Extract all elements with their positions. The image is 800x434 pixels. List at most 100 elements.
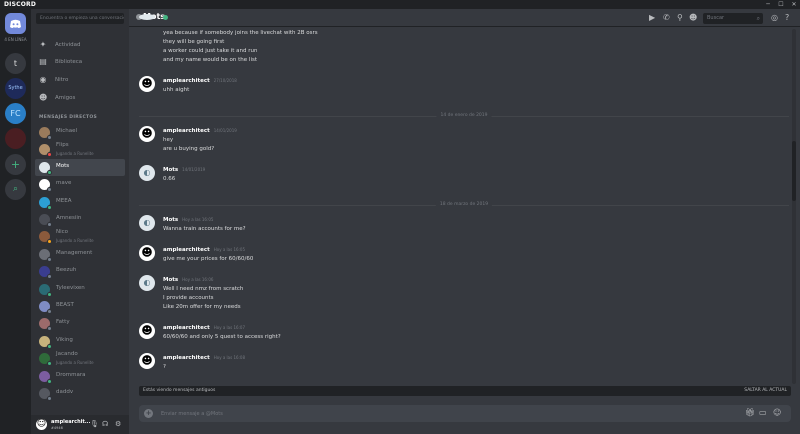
minimize-button[interactable]: ─ <box>762 0 774 9</box>
help-icon[interactable]: ? <box>785 13 789 23</box>
user-panel: ☺ amplearchit... #4946 🎙︎ ☊ ⚙ <box>31 415 129 434</box>
nav-library-label: Biblioteca <box>55 59 83 65</box>
server-icon-t[interactable]: t <box>5 53 26 74</box>
dm-status-dot <box>47 274 52 280</box>
server-icon-sythe[interactable]: Sythe <box>5 78 26 99</box>
message-author[interactable]: amplearchitect 27/10/2018 <box>163 78 237 84</box>
gift-icon[interactable]: 🎁︎ <box>745 408 755 417</box>
message-avatar[interactable]: ☻ <box>139 76 155 92</box>
message-text: uhh aight <box>163 87 190 93</box>
gif-icon[interactable]: ▭ <box>759 408 767 417</box>
author-name[interactable]: amplearchitect <box>163 355 210 361</box>
server-icon-dark[interactable] <box>5 128 26 149</box>
message-text: 60/60/60 and only 5 quest to access righ… <box>163 334 281 340</box>
emoji-icon[interactable]: ☺ <box>773 408 781 417</box>
dm-item[interactable]: Michael <box>35 124 125 141</box>
author-name[interactable]: Mots <box>163 217 178 223</box>
nav-nitro-label: Nitro <box>55 77 69 83</box>
message-author[interactable]: amplearchitect Hoy a las 16:08 <box>163 355 245 361</box>
author-name[interactable]: Mots <box>163 167 178 173</box>
dm-name: Fatty <box>56 319 70 326</box>
dm-item[interactable]: daddv <box>35 385 125 402</box>
add-server-button[interactable]: + <box>5 154 26 175</box>
message-avatar[interactable]: ☻ <box>139 126 155 142</box>
nav-nitro[interactable]: ◉ Nitro <box>35 73 125 87</box>
dm-status-dot <box>47 169 52 175</box>
dm-item[interactable]: Viking <box>35 333 125 350</box>
dm-item[interactable]: Beezuh <box>35 263 125 280</box>
author-name[interactable]: amplearchitect <box>163 325 210 331</box>
controller-icon: ✦ <box>39 40 47 49</box>
attach-file-button[interactable]: + <box>144 409 153 418</box>
chat-area: Mots ▶ ✆ ⚲ ☻ Buscar ⌕ ◎ ? yea because if… <box>129 9 800 434</box>
author-name[interactable]: amplearchitect <box>163 247 210 253</box>
dm-name: Viking <box>56 336 73 343</box>
user-avatar[interactable]: ☺ <box>36 419 47 430</box>
message-avatar[interactable]: ☻ <box>139 323 155 339</box>
message-author[interactable]: Mots 14/01/2019 <box>163 167 205 173</box>
scrollbar-thumb[interactable] <box>792 141 796 201</box>
message-text: Wanna train accounts for me? <box>163 226 246 232</box>
dm-item[interactable]: Tyleevixen <box>35 281 125 298</box>
dm-item[interactable]: Mots <box>35 158 125 176</box>
message-timestamp: Hoy a las 16:07 <box>213 325 245 330</box>
dm-activity: Jugando a Runelite <box>56 238 94 244</box>
home-button[interactable] <box>5 13 26 34</box>
dm-item[interactable]: MEEA <box>35 194 125 211</box>
message-input[interactable] <box>161 408 721 419</box>
explore-servers-button[interactable]: ⌕ <box>5 179 26 200</box>
message-author[interactable]: amplearchitect Hoy a las 16:07 <box>163 325 245 331</box>
message-avatar[interactable]: ☻ <box>139 353 155 369</box>
nav-friends[interactable]: ☻ Amigos <box>35 91 125 105</box>
dm-status-dot <box>47 378 52 384</box>
dm-item[interactable]: Flips Jugando a Runelite <box>35 141 125 158</box>
message-text: they will be going first <box>163 39 225 45</box>
jump-to-present-button[interactable]: SALTAR AL ACTUAL <box>744 386 787 396</box>
dm-name: Management <box>56 249 93 256</box>
dm-item[interactable]: Nico Jugando a Runelite <box>35 228 125 245</box>
deafen-button[interactable]: ☊ <box>102 420 108 428</box>
dm-item[interactable]: Fatty <box>35 315 125 332</box>
dm-name: daddv <box>56 389 74 395</box>
message-avatar[interactable]: ◐ <box>139 165 155 181</box>
dm-item[interactable]: Jacando Jugando a Runelite <box>35 350 125 367</box>
message-author[interactable]: amplearchitect 14/01/2019 <box>163 128 237 134</box>
dm-search-input[interactable]: Encuentra o empieza una conversación <box>36 13 124 24</box>
dm-item[interactable]: Drommara <box>35 368 125 385</box>
nav-library[interactable]: ▤ Biblioteca <box>35 55 125 69</box>
message-avatar[interactable]: ◐ <box>139 275 155 291</box>
settings-gear-icon[interactable]: ⚙ <box>115 420 121 428</box>
message-avatar[interactable]: ☻ <box>139 245 155 261</box>
message-avatar[interactable]: ◐ <box>139 215 155 231</box>
inbox-icon[interactable]: ◎ <box>771 13 778 23</box>
message-author[interactable]: amplearchitect Hoy a las 16:05 <box>163 247 245 253</box>
close-button[interactable]: ✕ <box>788 0 800 9</box>
message-author[interactable]: Mots Hoy a las 16:06 <box>163 277 213 283</box>
dm-status-dot <box>47 361 52 367</box>
message-text: yea because if somebody joins the livech… <box>163 30 318 36</box>
mute-mic-button[interactable]: 🎙︎ <box>90 420 99 428</box>
voice-call-icon[interactable]: ✆ <box>663 13 670 23</box>
dm-item[interactable]: BEAST <box>35 298 125 315</box>
nav-friends-label: Amigos <box>55 95 76 101</box>
message-author[interactable]: Mots Hoy a las 16:05 <box>163 217 213 223</box>
search-input[interactable]: Buscar ⌕ <box>703 13 763 24</box>
dm-item[interactable]: Amnesiin <box>35 211 125 228</box>
pinned-messages-icon[interactable]: ⚲ <box>677 13 683 23</box>
author-name[interactable]: amplearchitect <box>163 128 210 134</box>
server-icon-blue[interactable]: FC <box>5 103 26 124</box>
scrollbar[interactable] <box>792 29 796 384</box>
dm-name: BEAST <box>56 302 74 308</box>
nav-activity[interactable]: ✦ Actividad <box>35 38 125 52</box>
add-friend-icon[interactable]: ☻ <box>689 13 697 23</box>
maximize-button[interactable]: ☐ <box>775 0 787 9</box>
video-call-icon[interactable]: ▶ <box>649 13 655 23</box>
message-text: hey <box>163 137 174 143</box>
old-messages-bar: Estás viendo mensajes antiguos SALTAR AL… <box>139 386 791 396</box>
author-name[interactable]: amplearchitect <box>163 78 210 84</box>
dm-sidebar: Encuentra o empieza una conversación ✦ A… <box>31 9 129 434</box>
dm-item[interactable]: mave <box>35 176 125 193</box>
dm-item[interactable]: Management <box>35 246 125 263</box>
author-name[interactable]: Mots <box>163 277 178 283</box>
message-avatar[interactable] <box>139 14 155 20</box>
